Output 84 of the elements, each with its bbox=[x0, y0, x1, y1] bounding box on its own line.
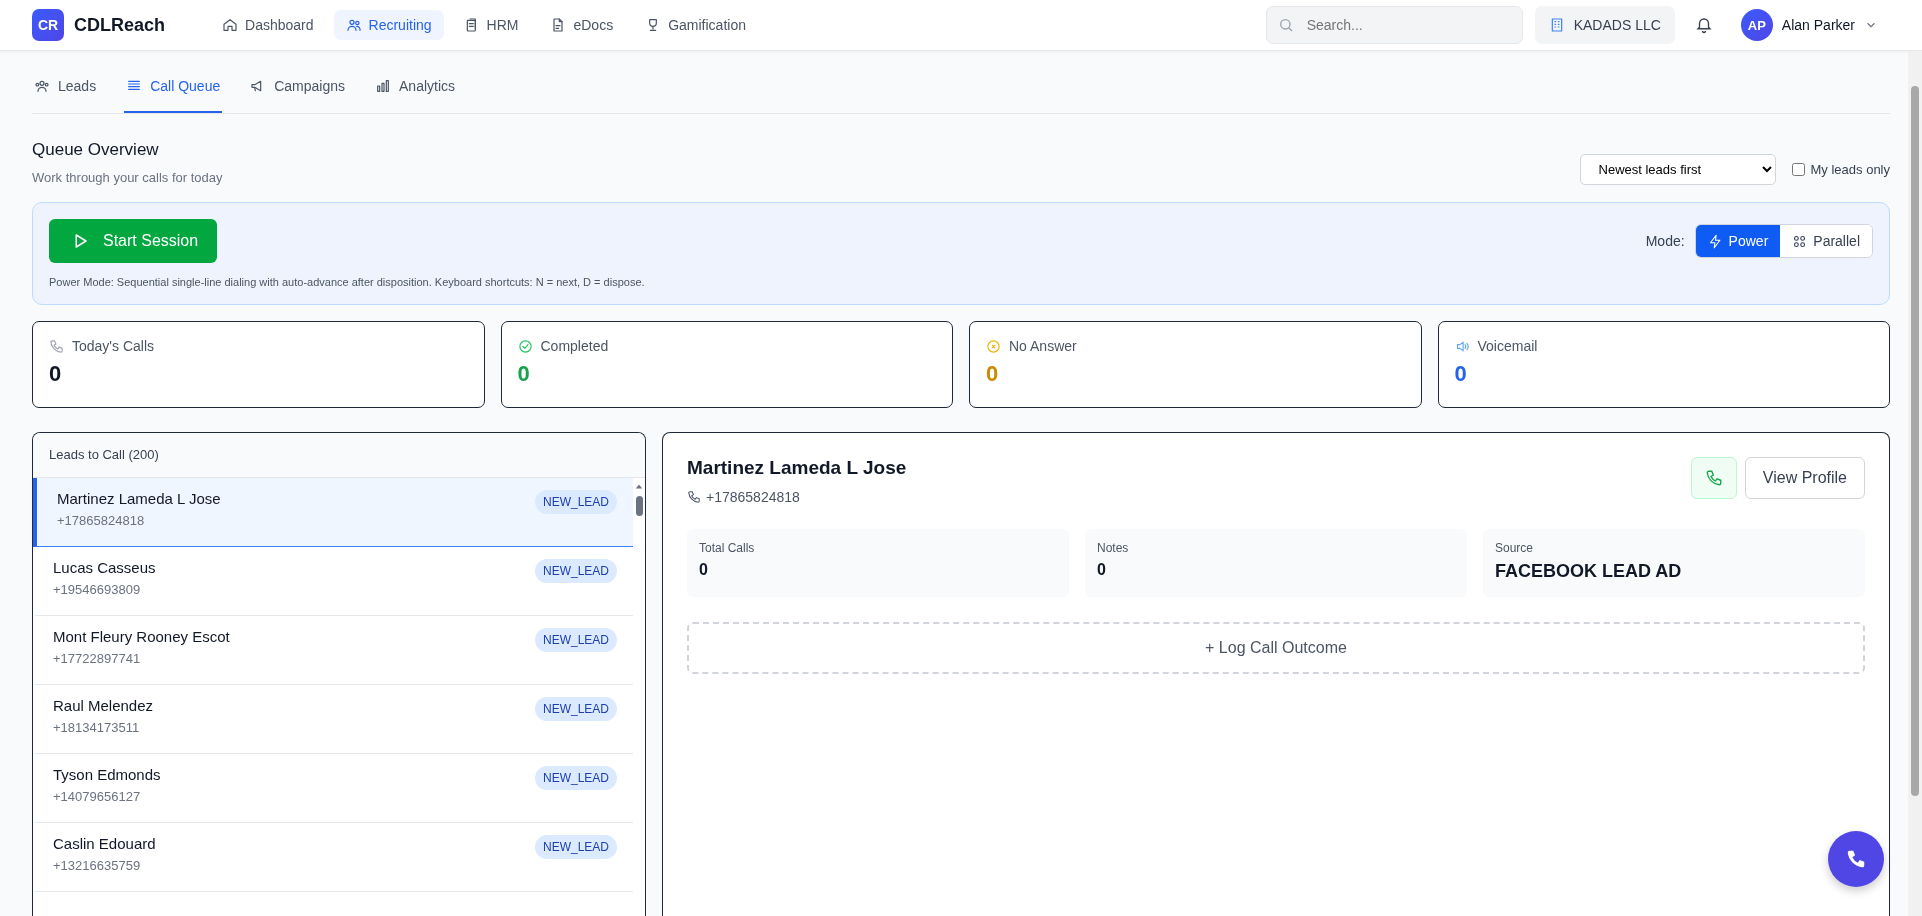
tab[interactable]: Leads bbox=[32, 51, 99, 113]
status-badge: NEW_LEAD bbox=[534, 697, 617, 721]
call-button[interactable] bbox=[1690, 457, 1737, 499]
stat-value: 0 bbox=[517, 361, 531, 387]
status-badge: NEW_LEAD bbox=[534, 835, 617, 859]
metric-label: Source bbox=[1495, 541, 1535, 555]
status-badge: NEW_LEAD bbox=[534, 628, 617, 652]
phone-icon bbox=[1704, 469, 1723, 487]
sort-dropdown[interactable]: Newest leads first bbox=[1579, 154, 1776, 185]
x-circle-icon bbox=[986, 338, 1001, 354]
lead-row[interactable]: Raul Melendez +18134173511 NEW_LEAD bbox=[33, 685, 633, 754]
company-button[interactable]: KADADS LLC bbox=[1534, 6, 1675, 44]
scroll-up-arrow-icon[interactable] bbox=[634, 482, 644, 490]
view-profile-button[interactable]: View Profile bbox=[1744, 457, 1865, 499]
lead-phone: +14079656127 bbox=[53, 789, 142, 804]
stat-label: No Answer bbox=[1009, 338, 1077, 354]
stat-value: 0 bbox=[1454, 361, 1468, 387]
lightning-icon bbox=[1707, 233, 1723, 249]
checkbox[interactable] bbox=[1791, 163, 1805, 176]
users-icon bbox=[34, 78, 50, 94]
phone-icon bbox=[1845, 848, 1867, 870]
page-scrollbar[interactable] bbox=[1908, 51, 1922, 916]
lead-row[interactable]: Tyson Edmonds +14079656127 NEW_LEAD bbox=[33, 754, 633, 823]
log-call-outcome-button[interactable]: + Log Call Outcome bbox=[687, 622, 1865, 674]
leads-panel-title: Leads to Call (200) bbox=[33, 433, 645, 478]
lead-phone: +17865824818 bbox=[706, 489, 800, 505]
metric-value: FACEBOOK LEAD AD bbox=[1495, 561, 1683, 582]
mode-toggle[interactable]: Power bbox=[1695, 225, 1781, 257]
metric-value: 0 bbox=[1097, 561, 1107, 579]
stat-value: 0 bbox=[49, 361, 63, 387]
phone-icon bbox=[49, 338, 64, 354]
lead-phone: +13216635759 bbox=[53, 858, 142, 873]
status-badge: NEW_LEAD bbox=[534, 766, 617, 790]
lead-row[interactable]: Martinez Lameda L Jose +17865824818 NEW_LEAD bbox=[33, 478, 633, 547]
brand-name: CDLReach bbox=[74, 14, 166, 36]
user-name: Alan Parker bbox=[1781, 17, 1855, 33]
tab[interactable]: Campaigns bbox=[248, 51, 348, 113]
mode-description: Power Mode: Sequential single-line dialing with auto-advance after disposition. Keyboard shortcuts: N = next, D = dispose. bbox=[49, 276, 646, 288]
lead-phone: +17722897741 bbox=[53, 651, 142, 666]
tab[interactable]: Analytics bbox=[373, 51, 458, 113]
lead-name: Raul Melendez bbox=[53, 697, 154, 714]
lead-row[interactable]: Caslin Edouard +13216635759 NEW_LEAD bbox=[33, 823, 633, 892]
checkbox-label: My leads only bbox=[1810, 162, 1890, 177]
scrollbar-thumb[interactable] bbox=[635, 496, 643, 516]
phone-icon bbox=[687, 490, 701, 504]
nav-tab[interactable]: Dashboard bbox=[210, 10, 326, 40]
lead-row[interactable]: Mont Fleury Rooney Escot +17722897741 NEW_LEAD bbox=[33, 616, 633, 685]
stat-label: Completed bbox=[540, 338, 609, 354]
status-badge: NEW_LEAD bbox=[534, 559, 617, 583]
nav-tab[interactable]: Recruiting bbox=[333, 10, 444, 40]
tab[interactable]: Call Queue bbox=[124, 51, 223, 113]
users-icon bbox=[345, 17, 362, 33]
lead-name: Martinez Lameda L Jose bbox=[57, 490, 221, 507]
metric-value: 0 bbox=[699, 561, 709, 579]
lead-phone: +17865824818 bbox=[57, 513, 146, 528]
avatar: AP bbox=[1740, 9, 1773, 41]
metric-label: Total Calls bbox=[699, 541, 756, 555]
lead-name: Mont Fleury Rooney Escot bbox=[53, 628, 230, 645]
lead-name: Caslin Edouard bbox=[53, 835, 156, 852]
stat-label: Voicemail bbox=[1477, 338, 1538, 354]
lead-name: Tyson Edmonds bbox=[53, 766, 161, 783]
metric-label: Notes bbox=[1097, 541, 1130, 555]
section-title: Queue Overview bbox=[32, 140, 160, 160]
lead-row[interactable]: Lucas Casseus +19546693809 NEW_LEAD bbox=[33, 547, 633, 616]
stat-label: Today's Calls bbox=[72, 338, 155, 354]
lead-name: Martinez Lameda L Jose bbox=[687, 457, 907, 479]
bell-icon[interactable] bbox=[1694, 16, 1713, 34]
search-field[interactable]: Search... bbox=[1265, 6, 1523, 44]
status-badge: NEW_LEAD bbox=[534, 490, 617, 514]
nav-tab[interactable]: eDocs bbox=[538, 10, 626, 40]
mode-label: Mode: bbox=[1645, 233, 1685, 249]
nav-tab[interactable]: HRM bbox=[451, 10, 531, 40]
lead-name: Lucas Casseus bbox=[53, 559, 156, 576]
logo-badge: CR bbox=[32, 9, 64, 41]
section-subtitle: Work through your calls for today bbox=[32, 170, 223, 185]
grid-icon bbox=[1792, 233, 1808, 249]
bar-chart-icon bbox=[375, 78, 392, 94]
home-icon bbox=[222, 17, 239, 33]
user-menu[interactable]: AP Alan Parker bbox=[1740, 9, 1878, 41]
check-circle-icon bbox=[517, 338, 533, 354]
lead-phone: +19546693809 bbox=[53, 582, 142, 597]
lead-phone: +18134173511 bbox=[53, 720, 141, 735]
stat-value: 0 bbox=[986, 361, 1000, 387]
nav-tab[interactable]: Gamification bbox=[633, 10, 758, 40]
